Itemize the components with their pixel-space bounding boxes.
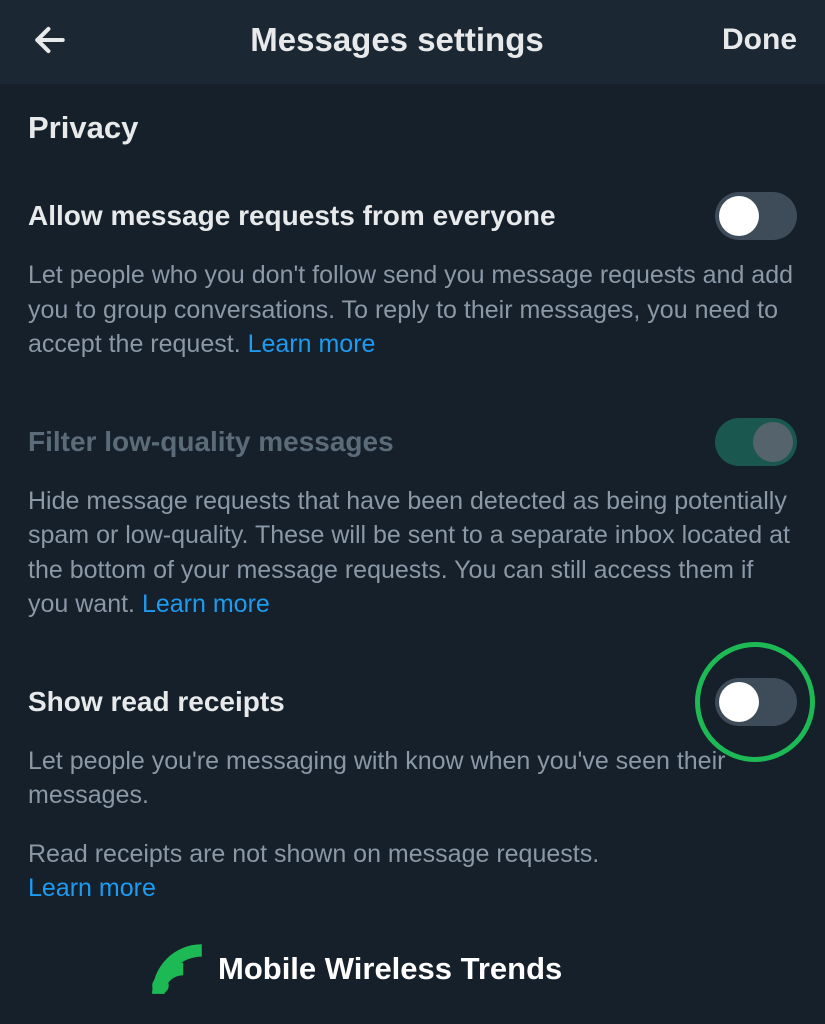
setting-title-allow: Allow message requests from everyone: [28, 200, 556, 232]
setting-filter-messages: Filter low-quality messages Hide message…: [28, 418, 797, 622]
setting-title-receipts: Show read receipts: [28, 686, 285, 718]
setting-desc-allow: Let people who you don't follow send you…: [28, 258, 797, 362]
toggle-read-receipts[interactable]: [715, 678, 797, 726]
done-button[interactable]: Done: [722, 23, 797, 57]
toggle-knob: [753, 422, 793, 462]
wifi-icon: [146, 938, 208, 1000]
setting-read-receipts: Show read receipts Let people you're mes…: [28, 678, 797, 906]
desc-text: Let people who you don't follow send you…: [28, 261, 793, 358]
content: Privacy Allow message requests from ever…: [0, 84, 825, 906]
setting-note-receipts: Read receipts are not shown on message r…: [28, 837, 797, 906]
watermark: Mobile Wireless Trends: [146, 938, 562, 1000]
setting-header: Allow message requests from everyone: [28, 192, 797, 240]
note-text: Read receipts are not shown on message r…: [28, 840, 599, 868]
arrow-left-icon: [31, 21, 69, 59]
setting-desc-filter: Hide message requests that have been det…: [28, 484, 797, 622]
setting-header: Show read receipts: [28, 678, 797, 726]
toggle-filter-messages[interactable]: [715, 418, 797, 466]
watermark-text: Mobile Wireless Trends: [218, 951, 562, 987]
toggle-knob: [719, 196, 759, 236]
header: Messages settings Done: [0, 0, 825, 84]
learn-more-receipts[interactable]: Learn more: [28, 874, 156, 902]
learn-more-allow[interactable]: Learn more: [248, 330, 376, 358]
setting-desc-receipts: Let people you're messaging with know wh…: [28, 744, 797, 813]
setting-allow-requests: Allow message requests from everyone Let…: [28, 192, 797, 362]
page-title: Messages settings: [250, 21, 543, 59]
section-title: Privacy: [28, 110, 797, 146]
toggle-knob: [719, 682, 759, 722]
learn-more-filter[interactable]: Learn more: [142, 590, 270, 618]
back-button[interactable]: [28, 18, 72, 62]
setting-title-filter: Filter low-quality messages: [28, 426, 394, 458]
setting-header: Filter low-quality messages: [28, 418, 797, 466]
toggle-allow-requests[interactable]: [715, 192, 797, 240]
